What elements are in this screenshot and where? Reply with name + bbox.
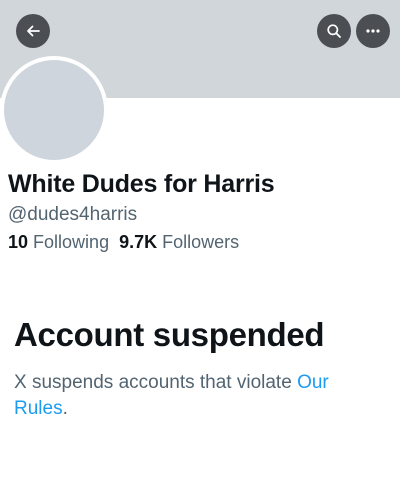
more-horizontal-icon [366, 29, 380, 33]
followers-link[interactable]: 9.7K Followers [119, 232, 239, 253]
followers-label: Followers [162, 232, 240, 252]
follow-stats: 10 Following 9.7K Followers [8, 232, 239, 253]
search-icon [327, 24, 341, 38]
back-button[interactable] [16, 14, 50, 48]
suspension-message-text: X suspends accounts that violate [14, 372, 292, 393]
profile-handle: @dudes4harris [8, 204, 138, 225]
following-link[interactable]: 10 Following [8, 232, 109, 253]
following-label: Following [33, 232, 110, 252]
followers-count: 9.7K [119, 232, 158, 252]
arrow-left-icon [27, 25, 40, 37]
avatar[interactable] [4, 60, 104, 160]
suspension-title: Account suspended [14, 316, 325, 353]
suspension-message-period: . [62, 398, 68, 419]
following-count: 10 [8, 232, 29, 252]
suspension-message: X suspends accounts that violate Our Rul… [14, 370, 384, 422]
more-options-button[interactable] [356, 14, 390, 48]
search-button[interactable] [317, 14, 351, 48]
avatar-frame [0, 56, 108, 164]
profile-display-name: White Dudes for Harris [8, 170, 275, 198]
